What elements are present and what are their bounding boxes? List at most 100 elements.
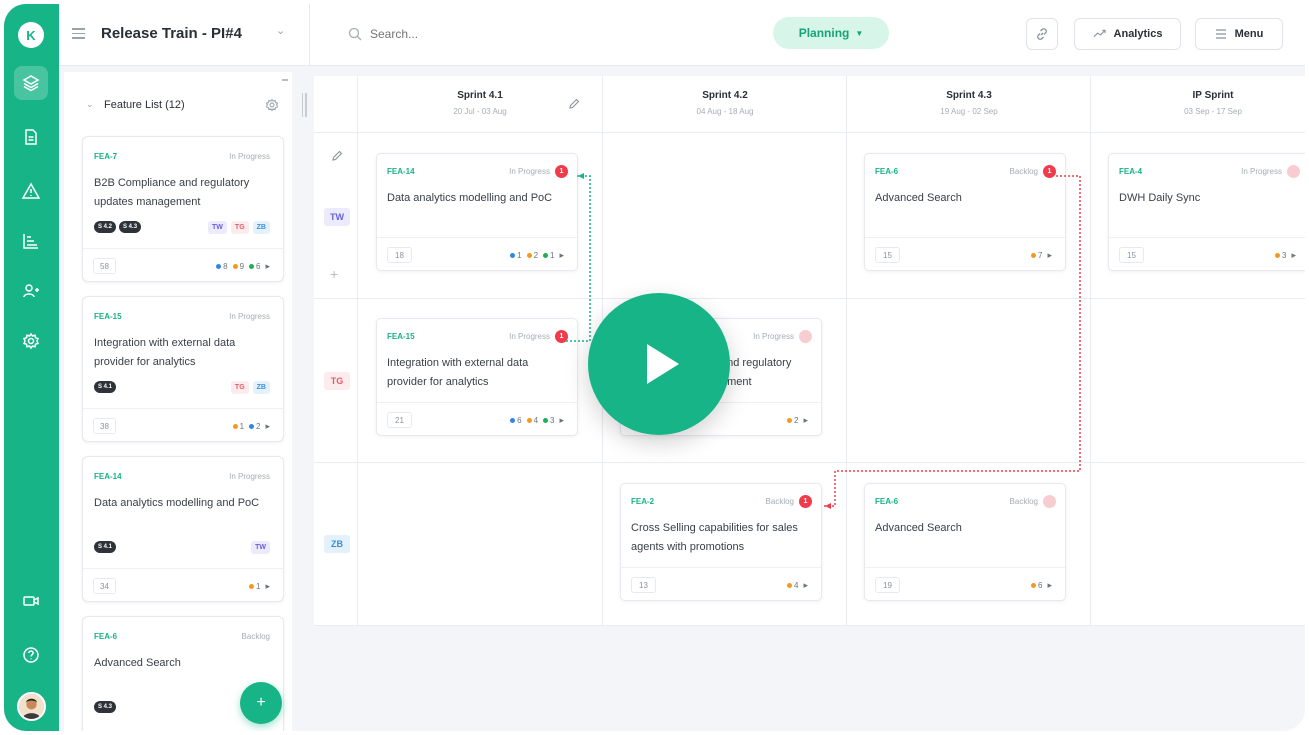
- feature-title: Advanced Search: [875, 522, 962, 534]
- hamburger-icon[interactable]: [72, 28, 85, 39]
- link-button[interactable]: [1026, 18, 1058, 50]
- team-label-tg[interactable]: TG: [324, 372, 350, 390]
- dependency-badge[interactable]: [1287, 165, 1300, 178]
- feature-id: FEA-14: [387, 167, 415, 176]
- expand-arrow-icon[interactable]: ▸: [1047, 250, 1052, 261]
- card-stats: 4 ▸: [787, 580, 808, 591]
- feature-title: and regulatory ement: [721, 357, 792, 388]
- expand-arrow-icon[interactable]: ▸: [1047, 580, 1052, 591]
- dependency-badge[interactable]: 1: [555, 330, 568, 343]
- dependency-badge[interactable]: [1043, 495, 1056, 508]
- feature-card[interactable]: FEA-7 In Progress B2B Compliance and reg…: [82, 136, 284, 282]
- add-team-icon[interactable]: +: [330, 266, 338, 282]
- mode-dropdown[interactable]: Planning ▼: [773, 17, 889, 49]
- stat-orange: 2: [787, 416, 798, 425]
- card-footer: 15 7 ▸: [865, 237, 1065, 271]
- sprint-chips: S 4.2 S 4.3: [94, 221, 142, 233]
- feature-id: FEA-15: [94, 312, 122, 321]
- stat-orange: 7: [1031, 251, 1042, 260]
- row-divider: [314, 132, 1305, 133]
- stat-orange: 9: [232, 262, 244, 271]
- caret-down-icon: ▼: [855, 28, 864, 38]
- dependency-badge[interactable]: 1: [799, 495, 812, 508]
- card-stats: 8 9 6 ▸: [216, 261, 270, 272]
- feature-list-title: Feature List (12): [104, 99, 185, 111]
- card-stats: 1 2 ▸: [232, 421, 270, 432]
- stat-orange: 4: [526, 416, 538, 425]
- card-stats: 7 ▸: [1031, 250, 1052, 261]
- sprint-header[interactable]: Sprint 4.3 19 Aug - 02 Sep: [847, 90, 1091, 116]
- board-card[interactable]: FEA-14 In Progress 1 Data analytics mode…: [376, 153, 578, 271]
- expand-arrow-icon[interactable]: ▸: [803, 580, 808, 591]
- expand-arrow-icon[interactable]: ▸: [265, 421, 270, 432]
- pencil-icon[interactable]: [331, 150, 343, 162]
- board-card[interactable]: FEA-4 In Progress DWH Daily Sync 15 3 ▸: [1108, 153, 1305, 271]
- expand-arrow-icon[interactable]: ▸: [265, 261, 270, 272]
- team-label-tw[interactable]: TW: [324, 208, 350, 226]
- chart-icon[interactable]: [14, 224, 48, 258]
- board-card[interactable]: FEA-15 In Progress 1 Integration with ex…: [376, 318, 578, 436]
- add-feature-button[interactable]: +: [240, 682, 282, 724]
- search-input[interactable]: [370, 27, 570, 41]
- avatar[interactable]: [17, 692, 46, 721]
- team-label-zb[interactable]: ZB: [324, 535, 350, 553]
- expand-arrow-icon[interactable]: ▸: [803, 415, 808, 426]
- column-divider: [357, 76, 358, 626]
- sprint-dates: 19 Aug - 02 Sep: [940, 107, 998, 116]
- analytics-button[interactable]: Analytics: [1074, 18, 1181, 50]
- stat-orange: 1: [232, 422, 244, 431]
- team-tag: ZB: [252, 381, 270, 394]
- chevron-down-icon[interactable]: ⌄: [276, 24, 285, 37]
- row-divider: [314, 298, 1305, 299]
- expand-arrow-icon[interactable]: ▸: [559, 415, 564, 426]
- layers-icon[interactable]: [14, 66, 48, 100]
- menu-button[interactable]: Menu: [1195, 18, 1283, 50]
- project-title[interactable]: Release Train - PI#4: [101, 25, 242, 42]
- app-logo[interactable]: K: [18, 22, 44, 48]
- dependency-badge[interactable]: 1: [1043, 165, 1056, 178]
- board-card[interactable]: FEA-6 Backlog Advanced Search 19 6 ▸: [864, 483, 1066, 601]
- feature-title: Integration with external data provider …: [94, 337, 236, 368]
- video-icon[interactable]: [14, 584, 48, 618]
- settings-icon[interactable]: [14, 324, 48, 358]
- feature-list-header[interactable]: ⌄ Feature List (12): [64, 72, 292, 132]
- users-icon[interactable]: [14, 274, 48, 308]
- story-points: 15: [1119, 247, 1144, 263]
- feature-title: Data analytics modelling and PoC: [387, 192, 553, 204]
- sprint-name: Sprint 4.2: [702, 90, 748, 101]
- dependency-badge[interactable]: [799, 330, 812, 343]
- expand-arrow-icon[interactable]: ▸: [265, 581, 270, 592]
- sprint-header[interactable]: IP Sprint 03 Sep - 17 Sep: [1091, 90, 1305, 116]
- team-tags: TW TG ZB: [208, 221, 270, 234]
- board-card[interactable]: FEA-2 Backlog 1 Cross Selling capabiliti…: [620, 483, 822, 601]
- expand-arrow-icon[interactable]: ▸: [559, 250, 564, 261]
- feature-id: FEA-6: [875, 497, 899, 506]
- sprint-chip: S 4.3: [94, 701, 117, 713]
- feature-card[interactable]: FEA-15 In Progress Integration with exte…: [82, 296, 284, 442]
- sprint-chip: S 4.1: [94, 541, 117, 553]
- panel-resize-handle[interactable]: [300, 93, 308, 117]
- document-icon[interactable]: [14, 120, 48, 154]
- card-footer: 19 6 ▸: [865, 567, 1065, 601]
- card-stats: 2 ▸: [787, 415, 808, 426]
- expand-arrow-icon[interactable]: ▸: [1291, 250, 1296, 261]
- dependency-badge[interactable]: 1: [555, 165, 568, 178]
- sprint-name: Sprint 4.3: [946, 90, 992, 101]
- play-button[interactable]: [588, 293, 730, 435]
- help-icon[interactable]: [14, 638, 48, 672]
- stat-blue: 8: [216, 262, 228, 271]
- team-tags: TW: [251, 541, 270, 554]
- board-card[interactable]: FEA-6 Backlog 1 Advanced Search 15 7 ▸: [864, 153, 1066, 271]
- story-points: 18: [387, 247, 412, 263]
- minimize-icon[interactable]: [282, 79, 288, 81]
- pencil-icon[interactable]: [568, 98, 580, 110]
- sprint-header[interactable]: Sprint 4.1 20 Jul - 03 Aug: [358, 90, 602, 116]
- feature-title: DWH Daily Sync: [1119, 192, 1201, 204]
- stat-blue: 1: [510, 251, 522, 260]
- link-icon: [1037, 28, 1047, 40]
- feature-card[interactable]: FEA-14 In Progress Data analytics modell…: [82, 456, 284, 602]
- warning-icon[interactable]: [14, 174, 48, 208]
- chevron-down-icon[interactable]: ⌄: [86, 99, 94, 110]
- sprint-header[interactable]: Sprint 4.2 04 Aug - 18 Aug: [603, 90, 847, 116]
- gear-icon[interactable]: [265, 98, 279, 112]
